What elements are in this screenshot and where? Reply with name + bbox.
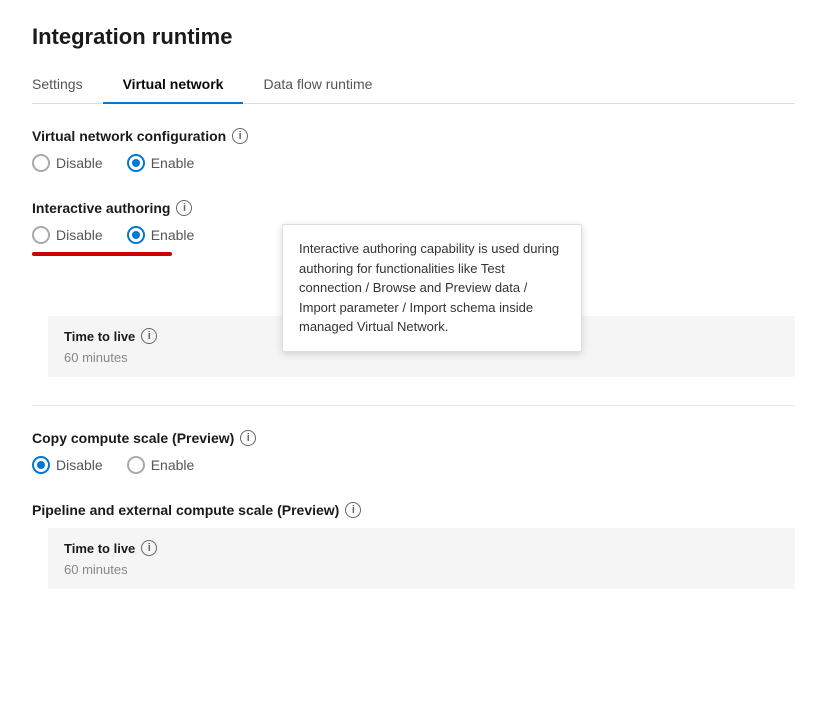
copy-compute-scale-disable-label: Disable xyxy=(56,457,103,473)
copy-compute-scale-disable-option[interactable]: Disable xyxy=(32,456,103,474)
interactive-authoring-disable-radio[interactable] xyxy=(32,226,50,244)
time-to-live-interactive-info-icon[interactable]: i xyxy=(141,328,157,344)
virtual-network-config-enable-radio-inner xyxy=(132,159,140,167)
pipeline-external-compute-section: Pipeline and external compute scale (Pre… xyxy=(32,502,795,589)
virtual-network-config-info-icon[interactable]: i xyxy=(232,128,248,144)
time-to-live-interactive-value: 60 minutes xyxy=(64,350,779,365)
virtual-network-config-disable-label: Disable xyxy=(56,155,103,171)
interactive-authoring-enable-label: Enable xyxy=(151,227,195,243)
time-to-live-pipeline-subsection: Time to live i 60 minutes xyxy=(32,528,795,589)
virtual-network-config-enable-option[interactable]: Enable xyxy=(127,154,195,172)
interactive-authoring-section: Interactive authoring i Disable Enable I… xyxy=(32,200,795,256)
virtual-network-config-radio-group: Disable Enable xyxy=(32,154,795,172)
interactive-authoring-enable-radio-inner xyxy=(132,231,140,239)
interactive-authoring-disable-label: Disable xyxy=(56,227,103,243)
page-title: Integration runtime xyxy=(32,24,795,50)
tabs-container: Settings Virtual network Data flow runti… xyxy=(32,66,795,104)
copy-compute-scale-enable-radio[interactable] xyxy=(127,456,145,474)
time-to-live-pipeline-box: Time to live i 60 minutes xyxy=(48,528,795,589)
interactive-authoring-tooltip: Interactive authoring capability is used… xyxy=(282,224,582,352)
virtual-network-config-title: Virtual network configuration i xyxy=(32,128,795,144)
section-divider xyxy=(32,405,795,406)
tab-settings[interactable]: Settings xyxy=(32,66,103,104)
copy-compute-scale-radio-group: Disable Enable xyxy=(32,456,795,474)
copy-compute-scale-disable-radio-inner xyxy=(37,461,45,469)
interactive-authoring-title: Interactive authoring i xyxy=(32,200,795,216)
time-to-live-pipeline-value: 60 minutes xyxy=(64,562,779,577)
tab-data-flow-runtime[interactable]: Data flow runtime xyxy=(243,66,392,104)
interactive-authoring-disable-option[interactable]: Disable xyxy=(32,226,103,244)
virtual-network-config-section: Virtual network configuration i Disable … xyxy=(32,128,795,172)
tab-virtual-network[interactable]: Virtual network xyxy=(103,66,244,104)
copy-compute-scale-info-icon[interactable]: i xyxy=(240,430,256,446)
time-to-live-pipeline-info-icon[interactable]: i xyxy=(141,540,157,556)
interactive-authoring-enable-option[interactable]: Enable xyxy=(127,226,195,244)
time-to-live-pipeline-label: Time to live i xyxy=(64,540,779,556)
copy-compute-scale-disable-radio[interactable] xyxy=(32,456,50,474)
interactive-authoring-progress-bar xyxy=(32,252,172,256)
interactive-authoring-enable-radio[interactable] xyxy=(127,226,145,244)
pipeline-external-compute-info-icon[interactable]: i xyxy=(345,502,361,518)
virtual-network-config-enable-label: Enable xyxy=(151,155,195,171)
pipeline-external-compute-title: Pipeline and external compute scale (Pre… xyxy=(32,502,795,518)
interactive-authoring-info-icon[interactable]: i xyxy=(176,200,192,216)
copy-compute-scale-section: Copy compute scale (Preview) i Disable E… xyxy=(32,430,795,474)
virtual-network-config-disable-option[interactable]: Disable xyxy=(32,154,103,172)
copy-compute-scale-title: Copy compute scale (Preview) i xyxy=(32,430,795,446)
copy-compute-scale-enable-label: Enable xyxy=(151,457,195,473)
virtual-network-config-disable-radio[interactable] xyxy=(32,154,50,172)
copy-compute-scale-enable-option[interactable]: Enable xyxy=(127,456,195,474)
virtual-network-config-enable-radio[interactable] xyxy=(127,154,145,172)
